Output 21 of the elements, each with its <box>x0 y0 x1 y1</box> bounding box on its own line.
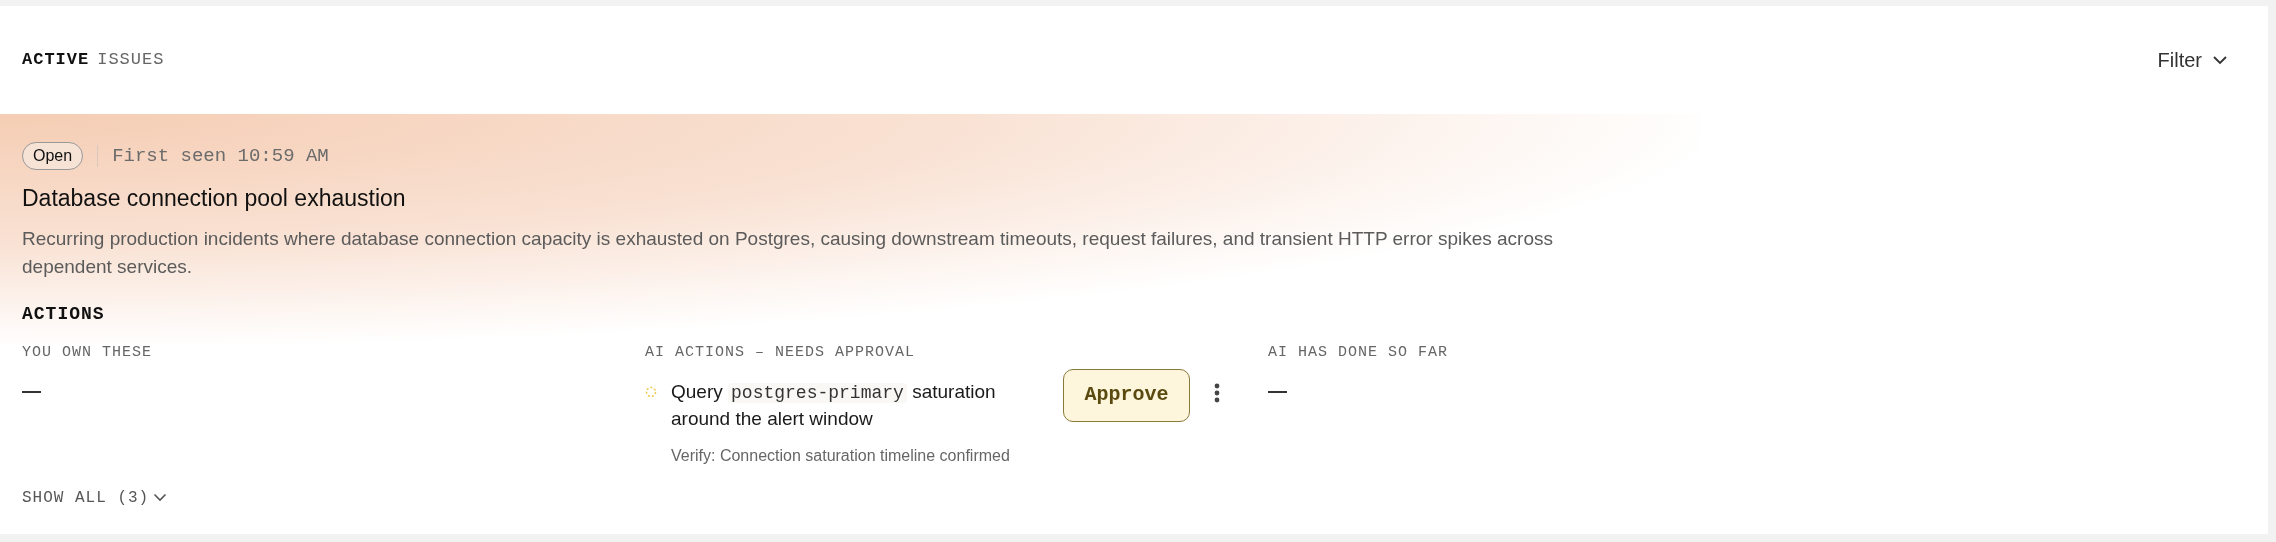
dash-icon <box>22 390 41 393</box>
actions-heading: ACTIONS <box>22 303 106 326</box>
filter-dropdown[interactable]: Filter <box>2157 45 2228 75</box>
approve-button[interactable]: Approve <box>1063 368 1190 422</box>
section-title: ISSUES <box>97 49 165 72</box>
issue-description: Recurring production incidents where database connection capacity is exhausted on Postgres, causing downstream timeouts, request failures, and transient HTTP error spikes across dependent services. <box>22 227 1554 279</box>
action-description: Query postgres-primary saturation around the alert window <box>671 379 997 431</box>
column-heading: AI HAS DONE SO FAR <box>1268 343 1450 363</box>
status-badge: Open <box>22 142 84 171</box>
column-heading: AI ACTIONS – NEEDS APPROVAL <box>645 343 917 363</box>
pending-icon <box>645 385 657 398</box>
column-heading: YOU OWN THESE <box>22 343 154 363</box>
show-all-link[interactable]: SHOW ALL (3) <box>22 485 168 510</box>
chevron-down-icon <box>153 493 168 502</box>
dash-icon <box>1268 390 1287 393</box>
more-options-icon[interactable] <box>1214 382 1220 403</box>
issue-title: Database connection pool exhaustion <box>22 183 407 213</box>
section-title: ACTIVE <box>22 49 90 72</box>
first-seen-time: First seen 10:59 AM <box>112 144 329 169</box>
verify-note: Verify: Connection saturation timeline confirmed <box>671 445 1011 466</box>
chevron-down-icon <box>2212 55 2228 65</box>
